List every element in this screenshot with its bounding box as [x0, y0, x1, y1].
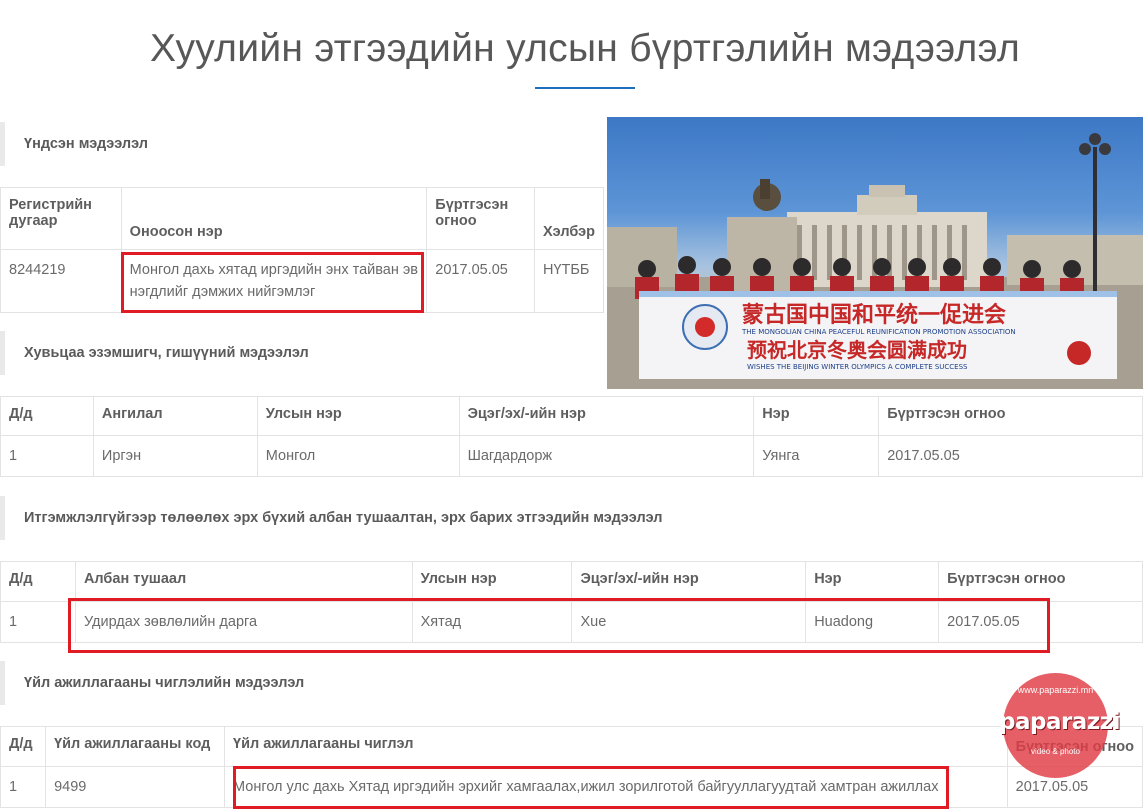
col-activity-direction: Үйл ажиллагааны чиглэл — [224, 726, 1008, 767]
watermark-url: www.paparazzi.mn — [1017, 685, 1094, 695]
col-register-number: Регистрийн дугаар — [0, 187, 122, 250]
table-row: 1 9499 Монгол улс дахь Хятад иргэдийн эр… — [0, 766, 1143, 808]
col-parent-name: Эцэг/эх/-ийн нэр — [571, 561, 807, 602]
officials-table: Д/д Албан тушаал Улсын нэр Эцэг/эх/-ийн … — [0, 561, 1143, 643]
watermark-brand: paparazzi — [999, 709, 1121, 735]
col-registered-date: Бүртгэсэн огноо — [938, 561, 1143, 602]
col-category: Ангилал — [92, 396, 258, 436]
page-title: Хуулийн этгээдийн улсын бүртгэлийн мэдээ… — [149, 27, 1021, 71]
activity-table: Д/д Үйл ажиллагааны код Үйл ажиллагааны … — [0, 726, 1143, 808]
cell-given-name: Huadong — [805, 601, 940, 643]
col-country: Улсын нэр — [256, 396, 460, 436]
cell-given-name: Уянга — [753, 435, 880, 477]
col-form: Хэлбэр — [534, 187, 604, 250]
table-header-row: Д/д Албан тушаал Улсын нэр Эцэг/эх/-ийн … — [0, 561, 1143, 602]
table-header-row: Д/д Үйл ажиллагааны код Үйл ажиллагааны … — [0, 726, 1143, 767]
cell-parent-name: Xue — [571, 601, 807, 643]
col-activity-code: Үйл ажиллагааны код — [45, 726, 226, 767]
col-parent-name: Эцэг/эх/-ийн нэр — [458, 396, 755, 436]
basic-info-heading: Үндсэн мэдээлэл — [0, 122, 600, 166]
shareholders-table: Д/д Ангилал Улсын нэр Эцэг/эх/-ийн нэр Н… — [0, 396, 1143, 477]
cell-parent-name: Шагдардорж — [458, 435, 755, 477]
cell-activity-direction: Монгол улс дахь Хятад иргэдийн эрхийг ха… — [224, 766, 1008, 808]
title-underline — [535, 87, 635, 89]
cell-index: 1 — [0, 435, 94, 477]
col-index: Д/д — [0, 561, 76, 602]
activity-heading: Үйл ажиллагааны чиглэлийн мэдээлэл — [0, 661, 600, 705]
col-position: Албан тушаал — [74, 561, 413, 602]
cell-index: 1 — [0, 766, 47, 808]
col-registered-date: Бүртгэсэн огноо — [878, 396, 1143, 436]
col-given-name: Нэр — [805, 561, 940, 602]
col-index: Д/д — [0, 726, 47, 767]
photo-illustration: 蒙古国中国和平统一促进会 THE MONGOLIAN CHINA PEACEFU… — [607, 133, 1143, 389]
cell-activity-code: 9499 — [45, 766, 226, 808]
register-number: 8244219 — [0, 249, 122, 313]
news-photo: 蒙古国中国和平统一促进会 THE MONGOLIAN CHINA PEACEFU… — [607, 117, 1143, 389]
col-index: Д/д — [0, 396, 94, 436]
cell-index: 1 — [0, 601, 76, 643]
col-given-name: Нэр — [753, 396, 880, 436]
cell-registered-date: 2017.05.05 — [938, 601, 1143, 643]
cell-country: Хятад — [411, 601, 573, 643]
table-row: 1 Иргэн Монгол Шагдардорж Уянга 2017.05.… — [0, 435, 1143, 477]
organization-name: Монгол дахь хятад иргэдийн энх тайван эв… — [120, 249, 428, 313]
banner-english-2: WISHES THE BEIJING WINTER OLYMPICS A COM… — [747, 363, 968, 371]
officials-heading: Итгэмжлэлгүйгээр төлөөлөх эрх бүхий алба… — [0, 496, 1143, 540]
table-row: 8244219 Монгол дахь хятад иргэдийн энх т… — [0, 249, 604, 313]
cell-registered-date: 2017.05.05 — [878, 435, 1143, 477]
shareholders-heading: Хувьцаа эзэмшигч, гишүүний мэдээлэл — [0, 331, 600, 375]
basic-info-table: Регистрийн дугаар Оноосон нэр Бүртгэсэн … — [0, 187, 604, 313]
cell-category: Иргэн — [92, 435, 258, 477]
registered-date: 2017.05.05 — [426, 249, 535, 313]
paparazzi-watermark-logo: www.paparazzi.mn paparazzi video & photo — [999, 673, 1121, 778]
col-country: Улсын нэр — [411, 561, 573, 602]
banner-slogan: 预祝北京冬奥会圆满成功 — [747, 338, 967, 362]
banner-title: 蒙古国中国和平统一促进会 — [742, 302, 1006, 328]
banner-english-1: THE MONGOLIAN CHINA PEACEFUL REUNIFICATI… — [741, 328, 1016, 336]
legal-form: НҮТББ — [534, 249, 604, 313]
table-row: 1 Удирдах зөвлөлийн дарга Хятад Xue Huad… — [0, 601, 1143, 643]
cell-country: Монгол — [256, 435, 460, 477]
table-header-row: Д/д Ангилал Улсын нэр Эцэг/эх/-ийн нэр Н… — [0, 396, 1143, 436]
col-name: Оноосон нэр — [120, 187, 428, 250]
table-header-row: Регистрийн дугаар Оноосон нэр Бүртгэсэн … — [0, 187, 604, 250]
cell-position: Удирдах зөвлөлийн дарга — [74, 601, 413, 643]
col-registered-date: Бүртгэсэн огноо — [426, 187, 535, 250]
watermark-tag: video & photo — [1031, 747, 1080, 756]
